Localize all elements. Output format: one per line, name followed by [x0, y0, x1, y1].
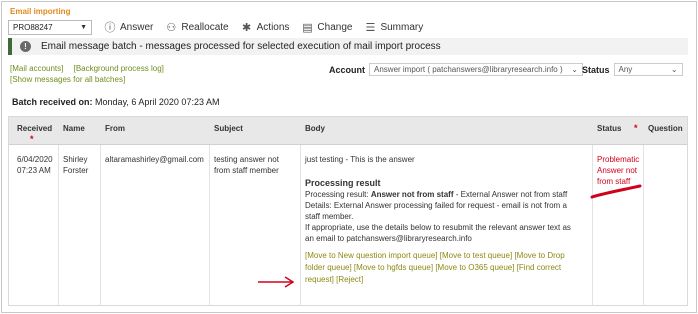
underline-annotation — [590, 184, 642, 199]
annotation-layer — [258, 184, 642, 288]
